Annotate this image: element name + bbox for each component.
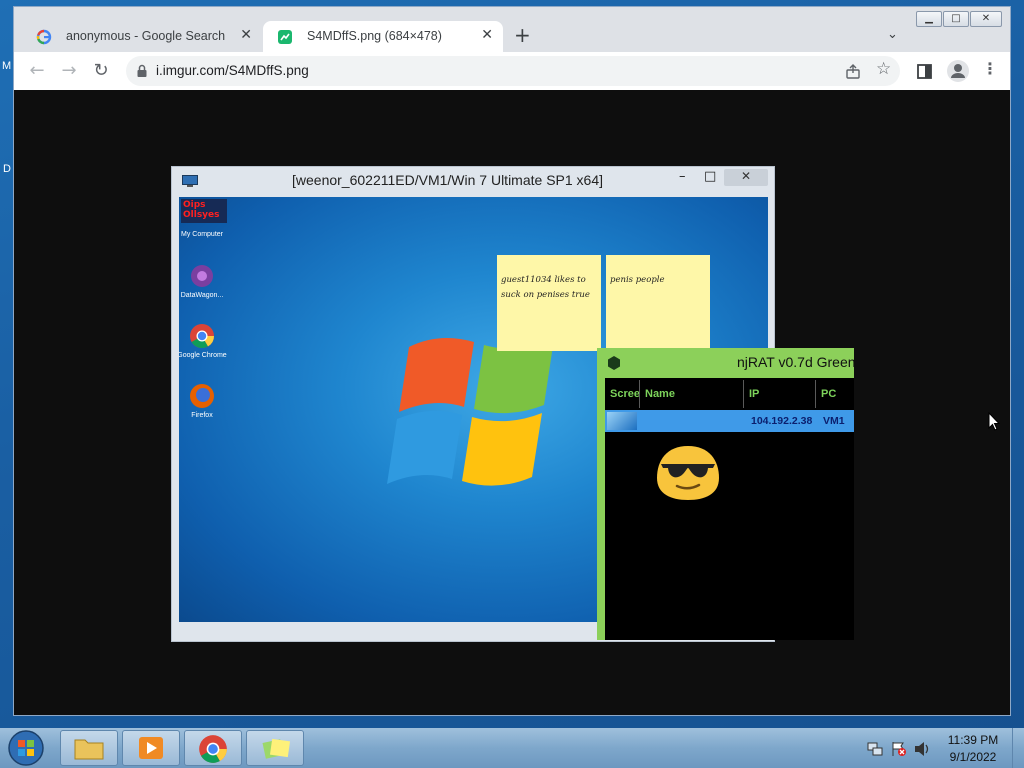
column-header-screen[interactable]: Scree xyxy=(610,388,640,400)
desktop-icon-label: DataWagon... xyxy=(180,292,224,299)
table-row[interactable]: 104.192.2.38 VM1 xyxy=(605,410,854,432)
column-divider xyxy=(639,380,640,408)
column-header-ip[interactable]: IP xyxy=(749,388,759,400)
media-player-icon xyxy=(139,737,163,759)
lock-icon[interactable] xyxy=(136,64,148,78)
taskbar-chrome-button[interactable] xyxy=(184,730,242,766)
chrome-icon xyxy=(199,735,227,763)
taskbar-explorer-button[interactable] xyxy=(60,730,118,766)
google-icon xyxy=(36,29,52,45)
imgur-icon xyxy=(278,30,292,44)
vm-minimize-button[interactable]: – xyxy=(679,169,686,184)
column-header-name[interactable]: Name xyxy=(645,388,675,400)
vm-close-button[interactable]: ✕ xyxy=(724,169,768,186)
sticky-note-line: penis people xyxy=(610,275,665,285)
njrat-titlebar: njRAT v0.7d Green xyxy=(597,348,854,378)
desktop-icon-label: Firefox xyxy=(191,412,213,419)
vm-maximize-button[interactable]: □ xyxy=(704,169,716,184)
new-tab-button[interactable]: + xyxy=(514,23,531,47)
action-center-flag-icon[interactable] xyxy=(891,741,907,757)
tab-google-search[interactable]: anonymous - Google Search ✕ xyxy=(22,21,262,52)
side-panel-icon[interactable] xyxy=(917,64,932,79)
column-divider xyxy=(815,380,816,408)
browser-window: ▁ □ ✕ anonymous - Google Search ✕ S4MDff… xyxy=(13,6,1011,716)
forward-arrow-icon[interactable]: → xyxy=(58,60,80,82)
close-window-button[interactable]: ✕ xyxy=(970,11,1002,27)
column-divider xyxy=(743,380,744,408)
cell-ip: 104.192.2.38 xyxy=(751,415,813,427)
desktop-icon-fragment-1: M xyxy=(2,60,12,72)
mouse-cursor-icon xyxy=(988,412,1000,431)
desktop-icon-label: Google Chrome xyxy=(179,352,227,359)
desktop-icon-label: My Computer xyxy=(180,231,223,238)
datawagon-icon[interactable] xyxy=(189,263,215,289)
close-tab-icon[interactable]: ✕ xyxy=(240,26,252,43)
vm-window-title: [weenor_602211ED/VM1/Win 7 Ultimate SP1 … xyxy=(292,172,604,188)
sticky-notes-icon xyxy=(262,738,291,759)
windows-logo-icon xyxy=(387,338,554,486)
njrat-frame-edge xyxy=(597,378,605,640)
start-orb-icon[interactable] xyxy=(6,729,46,767)
maximize-button[interactable]: □ xyxy=(943,11,969,27)
njrat-app-icon xyxy=(608,356,620,370)
sticky-note-line: suck on penises true xyxy=(501,290,590,300)
taskbar-media-player-button[interactable] xyxy=(122,730,180,766)
more-menu-icon[interactable]: ⋮ xyxy=(982,59,998,78)
volume-icon[interactable] xyxy=(914,741,932,757)
taskbar: 11:39 PM 9/1/2022 xyxy=(0,728,1024,768)
firefox-icon[interactable] xyxy=(189,383,215,409)
address-bar[interactable]: i.imgur.com/S4MDffS.png xyxy=(126,56,900,86)
desktop-overlay-text: Oips Ollsyes xyxy=(183,200,220,220)
folder-icon xyxy=(74,739,104,760)
reload-icon[interactable]: ↻ xyxy=(90,60,112,82)
screen-thumbnail xyxy=(607,412,637,430)
my-computer-icon[interactable]: Oips Ollsyes xyxy=(181,199,227,223)
column-header-pc[interactable]: PC xyxy=(821,388,836,400)
url-text: i.imgur.com/S4MDffS.png xyxy=(156,63,309,78)
monitor-icon xyxy=(182,175,198,187)
tab-label: S4MDffS.png (684×478) xyxy=(307,29,442,43)
show-desktop-button[interactable] xyxy=(1012,728,1024,768)
clock-date[interactable]: 9/1/2022 xyxy=(938,750,1008,764)
tab-imgur-image[interactable]: S4MDffS.png (684×478) ✕ xyxy=(263,21,503,52)
profile-avatar-icon[interactable] xyxy=(946,59,970,83)
image-viewer: [weenor_602211ED/VM1/Win 7 Ultimate SP1 … xyxy=(14,90,1010,715)
tab-label: anonymous - Google Search xyxy=(66,29,226,43)
minimize-button[interactable]: ▁ xyxy=(916,11,942,27)
sticky-note[interactable]: penis people xyxy=(606,255,710,351)
share-icon[interactable] xyxy=(845,64,861,80)
browser-toolbar: ← → ↻ i.imgur.com/S4MDffS.png ☆ ⋮ xyxy=(14,52,1010,90)
back-arrow-icon[interactable]: ← xyxy=(26,60,48,82)
bookmark-star-icon[interactable]: ☆ xyxy=(876,59,891,79)
sticky-note[interactable]: guest11034 likes to suck on penises true xyxy=(497,255,601,351)
clock-time[interactable]: 11:39 PM xyxy=(938,733,1008,747)
cell-pc: VM1 xyxy=(823,415,845,427)
sticky-note-line: guest11034 likes to xyxy=(501,275,586,285)
taskbar-sticky-notes-button[interactable] xyxy=(246,730,304,766)
njrat-window: njRAT v0.7d Green Scree Name IP PC 104.1… xyxy=(597,348,854,640)
desktop-icon-fragment-2: D xyxy=(3,163,11,175)
close-tab-icon[interactable]: ✕ xyxy=(481,26,493,43)
njrat-title: njRAT v0.7d Green xyxy=(737,354,854,370)
network-icon[interactable] xyxy=(867,741,883,757)
tab-search-chevron-icon[interactable]: ⌄ xyxy=(887,27,898,42)
sunglasses-emoji-icon xyxy=(657,446,719,500)
chrome-icon[interactable] xyxy=(189,323,215,349)
